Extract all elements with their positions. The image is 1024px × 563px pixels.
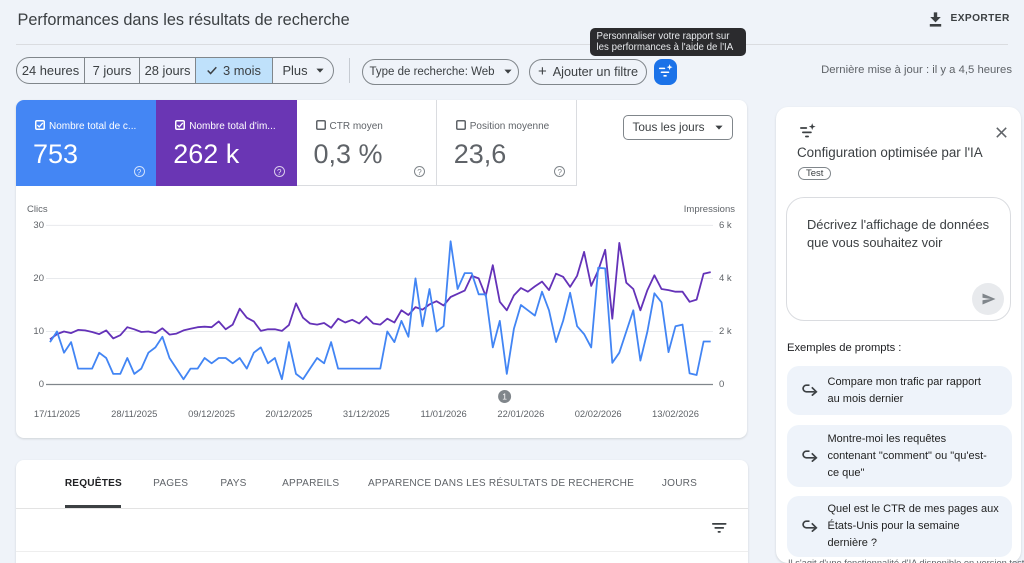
svg-text:1: 1 <box>502 392 507 402</box>
